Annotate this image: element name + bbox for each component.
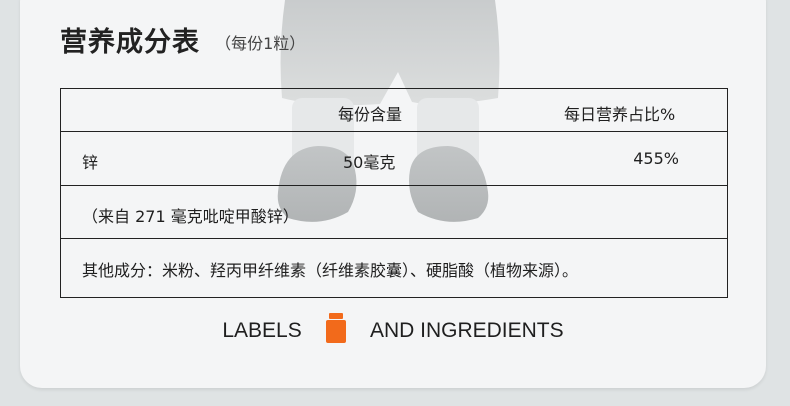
- footer-ingredients-text: AND INGREDIENTS: [369, 319, 564, 342]
- title-row: 营养成分表 （每份1粒）: [60, 20, 305, 59]
- page-title: 营养成分表: [60, 27, 200, 58]
- column-header-daily-value: 每日营养占比%: [564, 105, 676, 124]
- nutrient-amount: 50毫克: [343, 153, 396, 172]
- content-card: 营养成分表 （每份1粒） 每份含量 每日营养占比% 锌 50毫克 455% （来…: [20, 0, 766, 388]
- other-ingredients-row: 其他成分：米粉、羟丙甲纤维素（纤维素胶囊）、硬脂酸（植物来源）。: [61, 239, 727, 297]
- source-note-row: （来自 271 毫克吡啶甲酸锌）: [61, 186, 727, 239]
- other-ingredients-text: 其他成分：米粉、羟丙甲纤维素（纤维素胶囊）、硬脂酸（植物来源）。: [82, 261, 579, 280]
- nutrient-daily-value: 455%: [633, 149, 679, 168]
- column-header-serving: 每份含量: [338, 105, 403, 124]
- source-note: （来自 271 毫克吡啶甲酸锌）: [82, 207, 299, 226]
- footer-labels-text: LABELS: [222, 319, 302, 342]
- nutrition-facts-table: 每份含量 每日营养占比% 锌 50毫克 455% （来自 271 毫克吡啶甲酸锌…: [60, 88, 728, 298]
- footer-label: LABELS AND INGREDIENTS: [20, 313, 766, 346]
- supplement-bottle-icon: [325, 313, 346, 343]
- table-row: 锌 50毫克 455%: [61, 132, 727, 186]
- serving-size-note: （每份1粒）: [215, 34, 306, 53]
- table-header-row: 每份含量 每日营养占比%: [61, 89, 727, 132]
- nutrient-name: 锌: [82, 153, 99, 172]
